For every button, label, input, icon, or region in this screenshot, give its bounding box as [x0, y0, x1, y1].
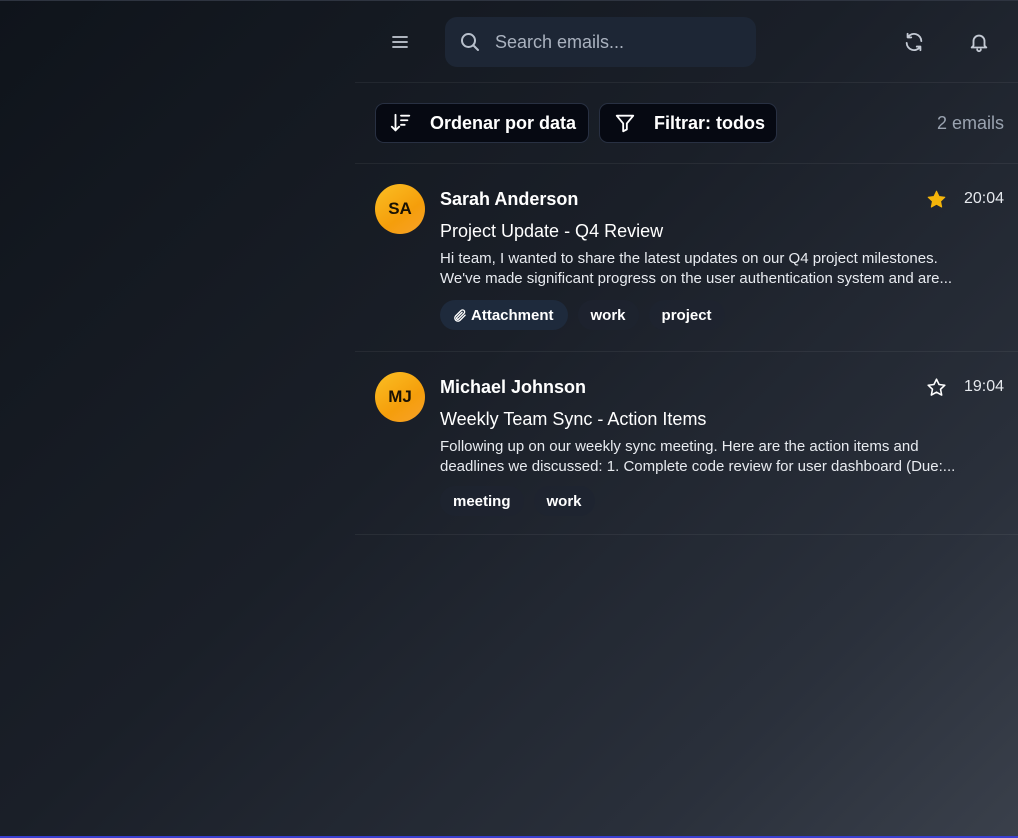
email-count: 2 emails	[936, 113, 1004, 133]
avatar: MJ	[375, 372, 425, 422]
sort-by-date-button[interactable]: Ordenar por data	[375, 103, 589, 143]
filter-button-label: Filtrar: todos	[654, 112, 765, 133]
tag-list: meeting work	[440, 486, 595, 516]
inbox-header	[355, 1, 1018, 83]
star-outline-icon	[926, 377, 946, 396]
attachment-label: Attachment	[471, 306, 554, 324]
sort-descending-icon	[390, 113, 411, 132]
email-subject: Weekly Team Sync - Action Items	[440, 409, 707, 429]
email-list-item[interactable]: MJ Michael Johnson 19:04 Weekly Team Syn…	[355, 352, 1018, 535]
search-icon	[461, 33, 479, 51]
tag-project[interactable]: project	[648, 300, 725, 330]
star-toggle[interactable]	[925, 188, 947, 210]
star-filled-icon	[927, 190, 945, 208]
preview-line: deadlines we discussed: 1. Complete code…	[440, 458, 956, 475]
notifications-button[interactable]	[961, 24, 997, 60]
email-list-item[interactable]: SA Sarah Anderson 20:04 Project Update -…	[355, 164, 1018, 352]
sort-button-label: Ordenar por data	[430, 112, 577, 133]
tag-work[interactable]: work	[577, 300, 639, 330]
email-preview: Hi team, I wanted to share the latest up…	[440, 249, 1000, 289]
bell-icon	[970, 34, 988, 53]
refresh-icon	[905, 32, 923, 52]
paperclip-icon	[454, 308, 466, 322]
avatar: SA	[375, 184, 425, 234]
refresh-button[interactable]	[896, 24, 932, 60]
filter-button[interactable]: Filtrar: todos	[599, 103, 777, 143]
filter-icon	[615, 114, 635, 133]
email-preview: Following up on our weekly sync meeting.…	[440, 437, 1000, 477]
attachment-badge[interactable]: Attachment	[440, 300, 568, 330]
star-toggle[interactable]	[925, 376, 947, 398]
menu-button[interactable]	[382, 24, 418, 60]
search-input[interactable]	[495, 17, 745, 67]
list-toolbar: Ordenar por data Filtrar: todos 2 emails	[355, 83, 1018, 164]
tag-meeting[interactable]: meeting	[440, 486, 524, 516]
preview-line: Following up on our weekly sync meeting.…	[440, 438, 919, 455]
sender-name: Sarah Anderson	[440, 189, 579, 209]
preview-line: We've made significant progress on the u…	[440, 270, 953, 287]
email-subject: Project Update - Q4 Review	[440, 221, 664, 241]
email-time: 20:04	[963, 190, 1004, 207]
preview-line: Hi team, I wanted to share the latest up…	[440, 250, 938, 267]
tag-work[interactable]: work	[533, 486, 595, 516]
search-box[interactable]	[445, 17, 756, 67]
inbox-panel: Ordenar por data Filtrar: todos 2 emails…	[355, 1, 1018, 838]
hamburger-menu-icon	[392, 36, 408, 48]
tag-list: Attachment work project	[440, 300, 725, 330]
sender-name: Michael Johnson	[440, 377, 587, 397]
email-time: 19:04	[963, 378, 1004, 395]
